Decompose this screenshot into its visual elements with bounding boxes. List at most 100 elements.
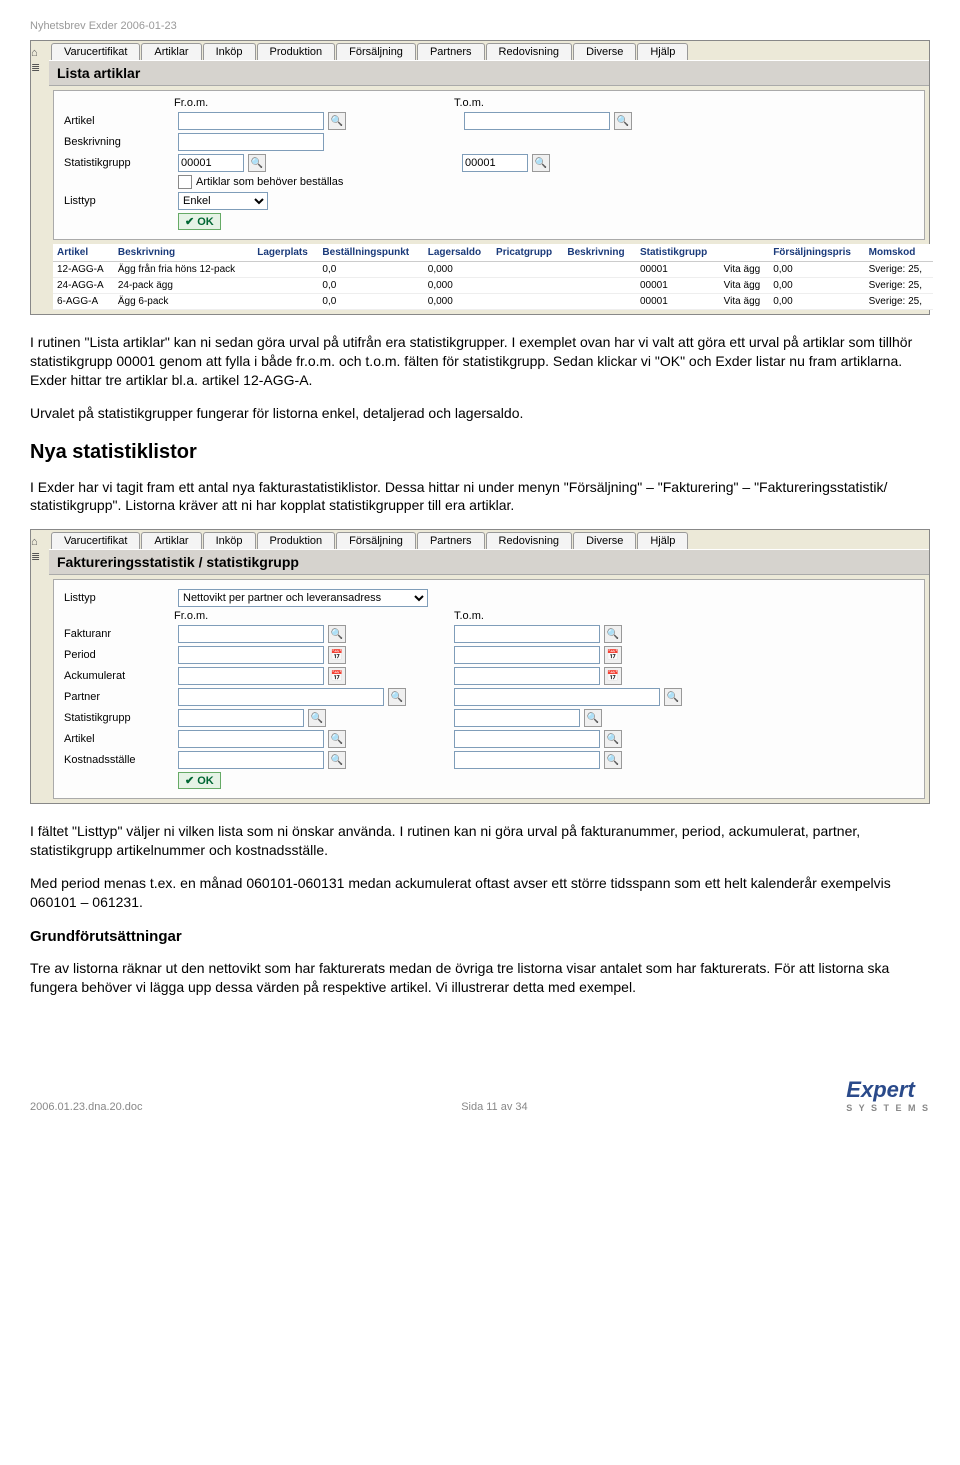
label-kostnadsstalle: Kostnadsställe (64, 754, 174, 766)
search-icon[interactable]: 🔍 (604, 730, 622, 748)
label-listtyp: Listtyp (64, 592, 174, 604)
beskrivning-input[interactable] (178, 133, 324, 151)
search-icon[interactable]: 🔍 (604, 625, 622, 643)
calendar-icon[interactable]: 📅 (604, 646, 622, 664)
search-icon[interactable]: 🔍 (388, 688, 406, 706)
tab-varucertifikat[interactable]: Varucertifikat (51, 43, 140, 60)
list-icon[interactable]: ≣ (31, 550, 49, 563)
tab-artiklar[interactable]: Artiklar (141, 532, 201, 549)
panel-title: Faktureringsstatistik / statistikgrupp (49, 549, 929, 575)
search-icon[interactable]: 🔍 (328, 625, 346, 643)
paragraph: Med period menas t.ex. en månad 060101-0… (30, 874, 930, 912)
search-icon[interactable]: 🔍 (248, 154, 266, 172)
tab-partners[interactable]: Partners (417, 532, 485, 549)
page-footer: 2006.01.23.dna.20.doc Sida 11 av 34 Expe… (30, 1077, 930, 1113)
kostnad-to-input[interactable] (454, 751, 600, 769)
partner-to-input[interactable] (454, 688, 660, 706)
order-checkbox[interactable] (178, 175, 192, 189)
doc-header: Nyhetsbrev Exder 2006-01-23 (30, 20, 930, 32)
tab-hjalp[interactable]: Hjälp (637, 43, 688, 60)
tab-redovisning[interactable]: Redovisning (486, 43, 573, 60)
artikel-from-input[interactable] (178, 730, 324, 748)
from-header: Fr.o.m. (174, 610, 454, 622)
to-header: T.o.m. (454, 97, 734, 109)
search-icon[interactable]: 🔍 (604, 751, 622, 769)
ack-from-input[interactable] (178, 667, 324, 685)
list-icon[interactable]: ≣ (31, 61, 49, 74)
label-beskrivning: Beskrivning (64, 136, 174, 148)
label-partner: Partner (64, 691, 174, 703)
paragraph: Tre av listorna räknar ut den nettovikt … (30, 959, 930, 997)
sidebar-icons: ⌂ ≣ (31, 41, 49, 314)
fakturanr-from-input[interactable] (178, 625, 324, 643)
home-icon[interactable]: ⌂ (31, 536, 49, 548)
calendar-icon[interactable]: 📅 (328, 646, 346, 664)
period-to-input[interactable] (454, 646, 600, 664)
fakturanr-to-input[interactable] (454, 625, 600, 643)
filter-panel: Listtyp Nettovikt per partner och levera… (53, 579, 925, 799)
panel-title: Lista artiklar (49, 60, 929, 86)
paragraph: I rutinen "Lista artiklar" kan ni sedan … (30, 333, 930, 390)
ack-to-input[interactable] (454, 667, 600, 685)
statgrupp-to-input[interactable] (462, 154, 528, 172)
home-icon[interactable]: ⌂ (31, 47, 49, 59)
footer-page: Sida 11 av 34 (461, 1101, 527, 1113)
paragraph: Urvalet på statistikgrupper fungerar för… (30, 404, 930, 423)
partner-from-input[interactable] (178, 688, 384, 706)
tab-diverse[interactable]: Diverse (573, 43, 636, 60)
tab-varucertifikat[interactable]: Varucertifikat (51, 532, 140, 549)
calendar-icon[interactable]: 📅 (328, 667, 346, 685)
artikel-from-input[interactable] (178, 112, 324, 130)
label-period: Period (64, 649, 174, 661)
statgrupp-to-input[interactable] (454, 709, 580, 727)
statgrupp-from-input[interactable] (178, 154, 244, 172)
search-icon[interactable]: 🔍 (532, 154, 550, 172)
search-icon[interactable]: 🔍 (328, 730, 346, 748)
label-statgrupp: Statistikgrupp (64, 157, 174, 169)
tab-redovisning[interactable]: Redovisning (486, 532, 573, 549)
search-icon[interactable]: 🔍 (328, 751, 346, 769)
label-fakturanr: Fakturanr (64, 628, 174, 640)
artikel-to-input[interactable] (454, 730, 600, 748)
tab-forsaljning[interactable]: Försäljning (336, 532, 416, 549)
tab-bar: Varucertifikat Artiklar Inköp Produktion… (49, 41, 929, 60)
ok-button[interactable]: ✔ OK (178, 772, 221, 789)
sidebar-icons: ⌂ ≣ (31, 530, 49, 803)
footer-filename: 2006.01.23.dna.20.doc (30, 1101, 143, 1113)
tab-partners[interactable]: Partners (417, 43, 485, 60)
tab-diverse[interactable]: Diverse (573, 532, 636, 549)
paragraph: I Exder har vi tagit fram ett antal nya … (30, 478, 930, 516)
tab-forsaljning[interactable]: Försäljning (336, 43, 416, 60)
tab-hjalp[interactable]: Hjälp (637, 532, 688, 549)
artikel-to-input[interactable] (464, 112, 610, 130)
paragraph: I fältet "Listtyp" väljer ni vilken list… (30, 822, 930, 860)
search-icon[interactable]: 🔍 (308, 709, 326, 727)
table-row: 12-AGG-AÄgg från fria höns 12-pack0,00,0… (53, 262, 933, 278)
to-header: T.o.m. (454, 610, 734, 622)
table-row: 6-AGG-AÄgg 6-pack0,00,00000001Vita ägg0,… (53, 294, 933, 310)
search-icon[interactable]: 🔍 (328, 112, 346, 130)
label-ackumulerat: Ackumulerat (64, 670, 174, 682)
screenshot-faktureringsstatistik: ⌂ ≣ Varucertifikat Artiklar Inköp Produk… (30, 529, 930, 804)
listtyp-select[interactable]: Nettovikt per partner och leveransadress (178, 589, 428, 607)
tab-produktion[interactable]: Produktion (257, 43, 336, 60)
from-header: Fr.o.m. (174, 97, 454, 109)
label-artikel: Artikel (64, 733, 174, 745)
listtyp-select[interactable]: Enkel (178, 192, 268, 210)
label-statgrupp: Statistikgrupp (64, 712, 174, 724)
search-icon[interactable]: 🔍 (664, 688, 682, 706)
tab-inkop[interactable]: Inköp (203, 532, 256, 549)
search-icon[interactable]: 🔍 (584, 709, 602, 727)
ok-button[interactable]: ✔ OK (178, 213, 221, 230)
period-from-input[interactable] (178, 646, 324, 664)
tab-produktion[interactable]: Produktion (257, 532, 336, 549)
table-header-row: Artikel Beskrivning Lagerplats Beställni… (53, 244, 933, 262)
tab-artiklar[interactable]: Artiklar (141, 43, 201, 60)
statgrupp-from-input[interactable] (178, 709, 304, 727)
calendar-icon[interactable]: 📅 (604, 667, 622, 685)
search-icon[interactable]: 🔍 (614, 112, 632, 130)
tab-inkop[interactable]: Inköp (203, 43, 256, 60)
kostnad-from-input[interactable] (178, 751, 324, 769)
table-row: 24-AGG-A24-pack ägg0,00,00000001Vita ägg… (53, 278, 933, 294)
heading-nya-statistiklistor: Nya statistiklistor (30, 441, 930, 464)
